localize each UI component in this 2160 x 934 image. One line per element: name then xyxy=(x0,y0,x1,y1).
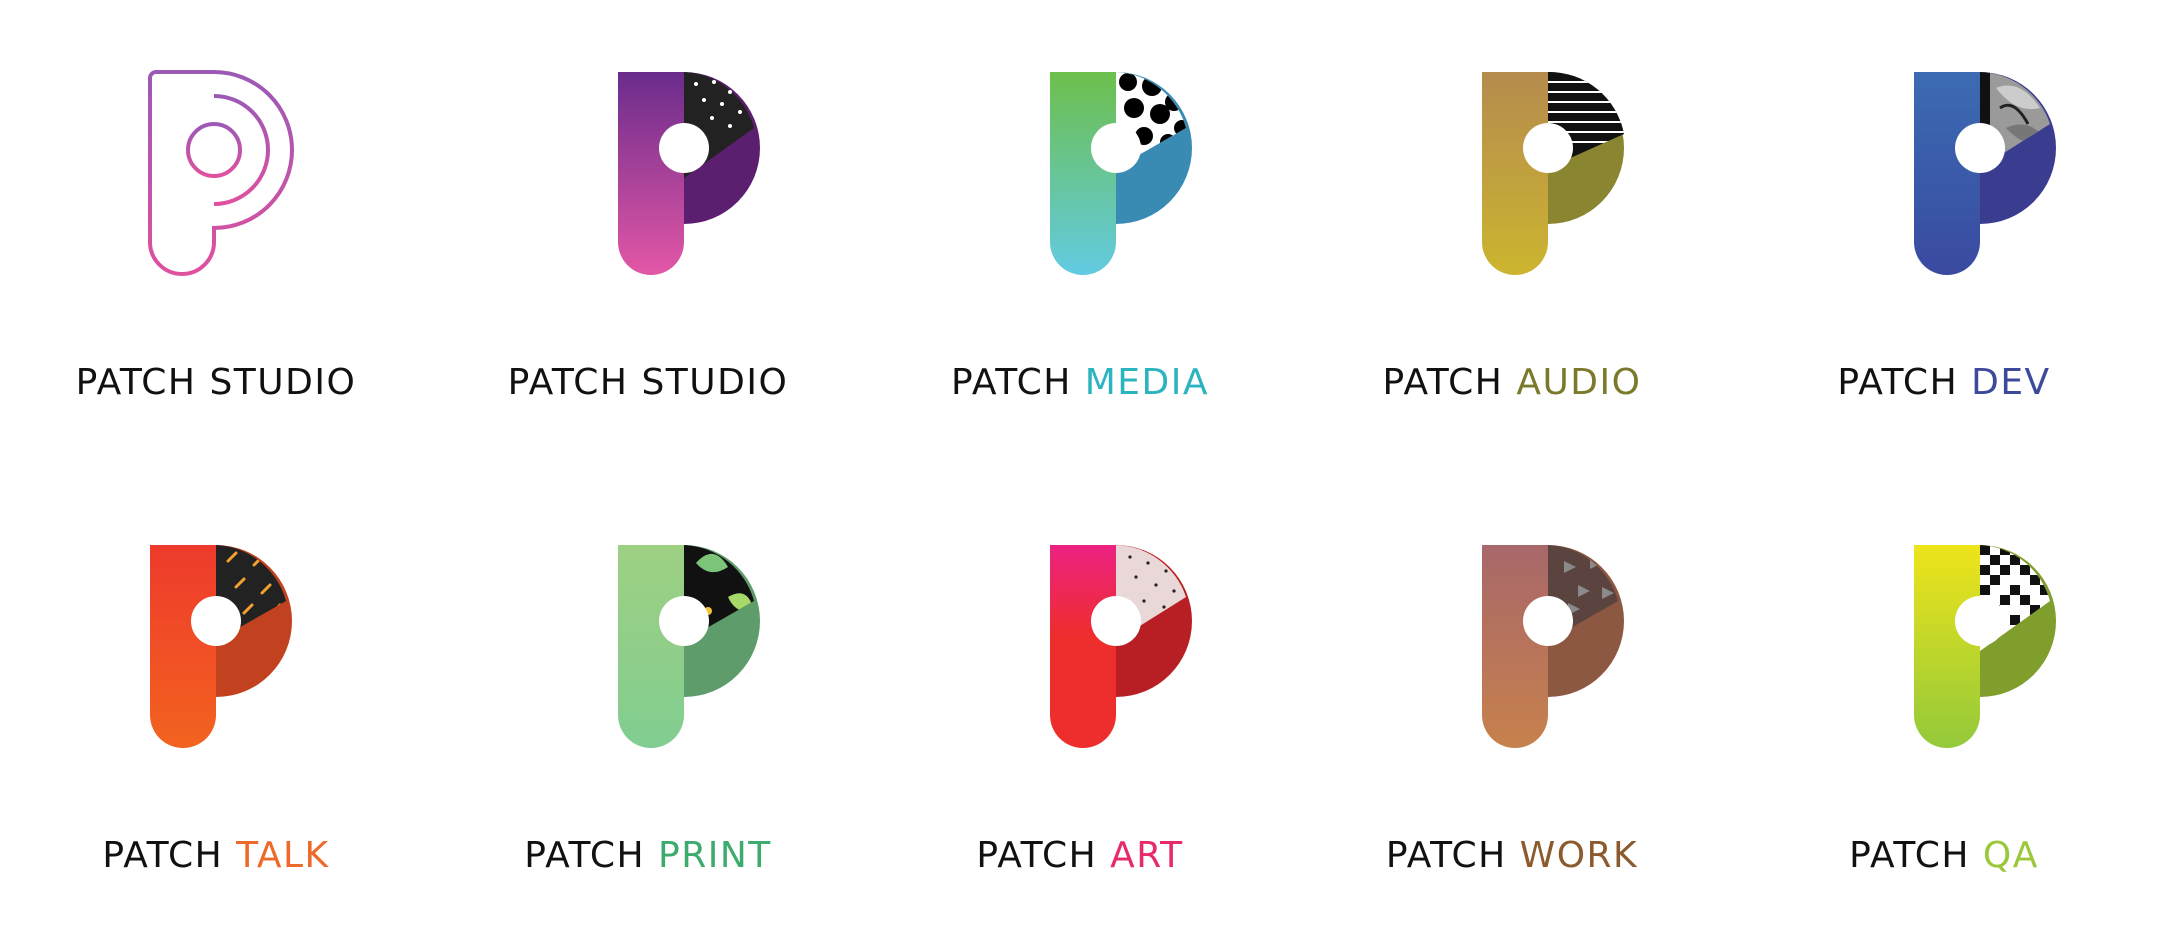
label-prefix: PATCH xyxy=(507,362,629,403)
label-prefix: PATCH xyxy=(976,835,1098,876)
label-prefix: PATCH xyxy=(1385,835,1507,876)
logo-label: PATCH AUDIO xyxy=(1296,362,1728,403)
logo-card-talk: PATCH TALK xyxy=(0,467,432,934)
label-suffix: WORK xyxy=(1519,835,1639,876)
logo-card-studio-outline: PATCH STUDIO xyxy=(0,0,432,467)
logo-card-qa: PATCH QA xyxy=(1728,467,2160,934)
logo-card-work: PATCH WORK xyxy=(1296,467,1728,934)
patch-qa-logo-icon xyxy=(1914,545,2056,748)
label-suffix: PRINT xyxy=(658,835,772,876)
logo-label: PATCH MEDIA xyxy=(864,362,1296,403)
label-prefix: PATCH xyxy=(75,362,197,403)
label-suffix: AUDIO xyxy=(1516,362,1642,403)
logo-label: PATCH STUDIO xyxy=(432,362,864,403)
patch-dev-logo-icon xyxy=(1914,72,2056,275)
label-prefix: PATCH xyxy=(1382,362,1504,403)
label-prefix: PATCH xyxy=(1837,362,1959,403)
patch-work-logo-icon xyxy=(1482,545,1624,748)
logo-card-audio: PATCH AUDIO xyxy=(1296,0,1728,467)
logo-card-media: PATCH MEDIA xyxy=(864,0,1296,467)
label-prefix: PATCH xyxy=(102,835,224,876)
logo-label: PATCH STUDIO xyxy=(0,362,432,403)
label-suffix: MEDIA xyxy=(1084,362,1210,403)
label-suffix: ART xyxy=(1110,835,1184,876)
patch-print-logo-icon xyxy=(618,545,760,748)
logo-card-print: PATCH PRINT xyxy=(432,467,864,934)
label-suffix: STUDIO xyxy=(641,362,789,403)
label-suffix: DEV xyxy=(1971,362,2051,403)
label-suffix: QA xyxy=(1982,835,2039,876)
patch-studio-logo-icon xyxy=(618,72,760,275)
patch-art-logo-icon xyxy=(1050,545,1192,748)
patch-audio-logo-icon xyxy=(1482,71,1624,275)
logo-label: PATCH DEV xyxy=(1728,362,2160,403)
label-prefix: PATCH xyxy=(950,362,1072,403)
patch-studio-outline-logo-icon xyxy=(148,70,294,276)
label-prefix: PATCH xyxy=(1849,835,1970,876)
logo-label: PATCH TALK xyxy=(0,835,432,876)
patch-media-logo-icon xyxy=(1050,72,1192,275)
patch-talk-logo-icon xyxy=(150,545,292,748)
label-prefix: PATCH xyxy=(524,835,646,876)
logo-label: PATCH ART xyxy=(864,835,1296,876)
label-suffix: STUDIO xyxy=(209,362,357,403)
logo-label: PATCH QA xyxy=(1728,835,2160,876)
logo-card-dev: PATCH DEV xyxy=(1728,0,2160,467)
logo-label: PATCH WORK xyxy=(1296,835,1728,876)
logo-card-studio: PATCH STUDIO xyxy=(432,0,864,467)
logo-label: PATCH PRINT xyxy=(432,835,864,876)
logo-grid: PATCH STUDIO PATCH STUDIO PATCH MEDIA PA… xyxy=(0,0,2160,934)
logo-card-art: PATCH ART xyxy=(864,467,1296,934)
label-suffix: TALK xyxy=(236,835,330,876)
